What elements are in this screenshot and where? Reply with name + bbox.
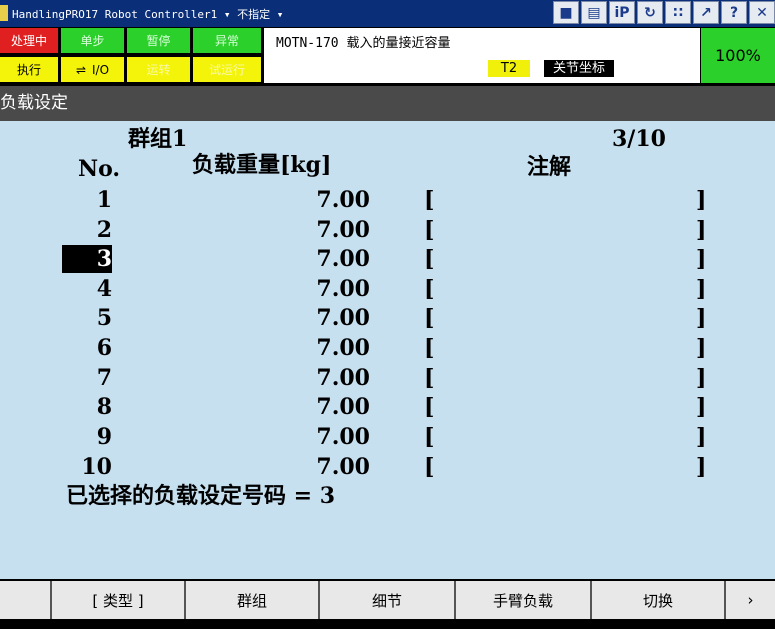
column-header-no: No. [78, 156, 121, 182]
close-icon[interactable]: ✕ [749, 1, 775, 24]
screen-title: 负载设定 [0, 93, 68, 113]
comment-open-bracket: [ [424, 305, 435, 331]
status-test-run: 试运行 [193, 57, 261, 82]
app-logo-icon [0, 5, 8, 21]
alarm-message: MOTN-170 载入的量接近容量 [276, 36, 451, 51]
comment-close-bracket: ] [696, 394, 707, 420]
row-number[interactable]: 5 [62, 304, 112, 332]
coord-system-badge: 关节坐标 [544, 60, 614, 77]
page-indicator: 3/10 [612, 126, 666, 152]
row-weight[interactable]: 7.00 [290, 275, 370, 303]
comment-close-bracket: ] [696, 276, 707, 302]
comment-close-bracket: ] [696, 217, 707, 243]
row-weight[interactable]: 7.00 [290, 334, 370, 362]
title-bar: HandlingPRO17 Robot Controller1 ▾ 不指定 ▾ … [0, 0, 775, 27]
function-key-bar: [ 类型 ] 群组 细节 手臂负载 切换 › [0, 579, 775, 629]
row-number[interactable]: 9 [62, 423, 112, 451]
row-weight[interactable]: 7.00 [290, 393, 370, 421]
fkey-group-button[interactable]: 群组 [186, 581, 320, 619]
comment-open-bracket: [ [424, 335, 435, 361]
table-row[interactable]: 10 7.00 [ ] [0, 453, 775, 483]
table-row-selected[interactable]: 3 7.00 [ ] [0, 245, 775, 275]
row-number[interactable]: 2 [62, 216, 112, 244]
comment-close-bracket: ] [696, 365, 707, 391]
step-icon[interactable]: ∷ [665, 1, 691, 24]
screen-title-bar: 负载设定 [0, 86, 775, 121]
row-number[interactable]: 1 [62, 186, 112, 214]
trash-icon[interactable]: ■ [553, 1, 579, 24]
comment-close-bracket: ] [696, 246, 707, 272]
refresh-icon[interactable]: ↻ [637, 1, 663, 24]
column-header-comment: 注解 [527, 154, 572, 180]
row-weight[interactable]: 7.00 [290, 364, 370, 392]
comment-close-bracket: ] [696, 305, 707, 331]
row-number[interactable]: 8 [62, 393, 112, 421]
comment-close-bracket: ] [696, 424, 707, 450]
status-operating: 运转 [127, 57, 190, 82]
io-icon: ⇌ [75, 62, 87, 77]
chevron-right-icon: › [747, 591, 754, 609]
row-weight[interactable]: 7.00 [290, 304, 370, 332]
fkey-detail-button[interactable]: 细节 [320, 581, 456, 619]
table-row[interactable]: 7 7.00 [ ] [0, 364, 775, 394]
column-header-weight: 负载重量[kg] [192, 152, 332, 178]
comment-close-bracket: ] [696, 454, 707, 480]
row-number[interactable]: 6 [62, 334, 112, 362]
group-label: 群组1 [128, 126, 188, 152]
fkey-next-page-button[interactable]: › [726, 581, 775, 619]
table-row[interactable]: 6 7.00 [ ] [0, 334, 775, 364]
status-single-step: 单步 [61, 28, 124, 53]
message-box: MOTN-170 载入的量接近容量 T2 关节坐标 [264, 28, 700, 83]
comment-open-bracket: [ [424, 217, 435, 243]
status-hold: 暂停 [127, 28, 190, 53]
row-weight[interactable]: 7.00 [290, 186, 370, 214]
row-number[interactable]: 10 [62, 453, 112, 481]
table-row[interactable]: 8 7.00 [ ] [0, 393, 775, 423]
status-fault: 异常 [193, 28, 261, 53]
comment-open-bracket: [ [424, 246, 435, 272]
comment-close-bracket: ] [696, 187, 707, 213]
payload-setting-screen: 群组1 3/10 No. 负载重量[kg] 注解 1 7.00 [ ] 2 7.… [0, 121, 775, 579]
row-number-cursor[interactable]: 3 [62, 245, 112, 273]
comment-open-bracket: [ [424, 276, 435, 302]
ip-icon[interactable]: iP [609, 1, 635, 24]
status-io-label: I/O [92, 62, 110, 77]
mode-badge: T2 [488, 60, 530, 77]
row-number[interactable]: 4 [62, 275, 112, 303]
table-row[interactable]: 2 7.00 [ ] [0, 216, 775, 246]
row-weight[interactable]: 7.00 [290, 453, 370, 481]
row-weight[interactable]: 7.00 [290, 245, 370, 273]
comment-open-bracket: [ [424, 424, 435, 450]
table-row[interactable]: 9 7.00 [ ] [0, 423, 775, 453]
comment-open-bracket: [ [424, 187, 435, 213]
status-panel: 处理中 单步 暂停 异常 执行 ⇌ I/O 运转 试运行 MOTN-170 载入… [0, 27, 775, 85]
table-row[interactable]: 5 7.00 [ ] [0, 304, 775, 334]
row-weight[interactable]: 7.00 [290, 423, 370, 451]
table-row[interactable]: 4 7.00 [ ] [0, 275, 775, 305]
external-icon[interactable]: ↗ [693, 1, 719, 24]
help-icon[interactable]: ? [721, 1, 747, 24]
fkey-type-button[interactable]: [ 类型 ] [50, 581, 186, 619]
table-row[interactable]: 1 7.00 [ ] [0, 186, 775, 216]
status-processing: 处理中 [0, 28, 58, 53]
fkey-switch-button[interactable]: 切换 [592, 581, 726, 619]
window-title[interactable]: HandlingPRO17 Robot Controller1 ▾ 不指定 ▾ [12, 6, 283, 22]
toolbar-icons: ■ ▤ iP ↻ ∷ ↗ ? ✕ [551, 1, 775, 26]
override-percent: 100% [701, 28, 775, 83]
status-io: ⇌ I/O [61, 57, 124, 82]
row-weight[interactable]: 7.00 [290, 216, 370, 244]
row-number[interactable]: 7 [62, 364, 112, 392]
comment-open-bracket: [ [424, 454, 435, 480]
status-running: 执行 [0, 57, 58, 82]
fkey-arm-load-button[interactable]: 手臂负载 [456, 581, 592, 619]
comment-close-bracket: ] [696, 335, 707, 361]
selected-payload-number: 已选择的负载设定号码 = 3 [66, 483, 336, 509]
function-key-strip: [ 类型 ] 群组 细节 手臂负载 切换 › [0, 581, 775, 619]
comment-open-bracket: [ [424, 394, 435, 420]
comment-open-bracket: [ [424, 365, 435, 391]
keyboard-icon[interactable]: ▤ [581, 1, 607, 24]
